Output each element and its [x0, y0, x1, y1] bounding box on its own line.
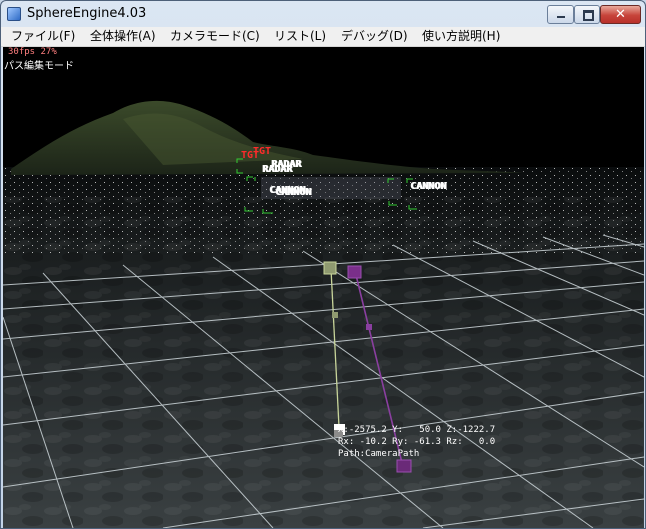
path-node-mid-purple: [366, 324, 372, 330]
app-window: SphereEngine4.03 ✕ ファイル(F) 全体操作(A) カメラモー…: [0, 0, 646, 529]
menu-debug[interactable]: デバッグ(D): [340, 28, 409, 45]
mode-label: パス編集モード: [4, 61, 74, 72]
close-button[interactable]: ✕: [600, 5, 641, 24]
label-tgt-2: TGT: [253, 146, 272, 157]
maximize-button[interactable]: [574, 5, 600, 24]
path-node-start-light: [323, 261, 337, 275]
3d-viewport[interactable]: 30fps 27% パス編集モード TGT TGT RADAR RADAR CA…: [3, 47, 644, 528]
label-cannon-3: CANNON: [410, 181, 447, 192]
menu-help[interactable]: 使い方説明(H): [421, 28, 501, 45]
menu-file[interactable]: ファイル(F): [10, 28, 76, 45]
scene-canvas: [3, 100, 644, 528]
menu-list[interactable]: リスト(L): [273, 28, 327, 45]
close-icon: ✕: [615, 7, 626, 22]
app-icon: [7, 7, 21, 21]
label-cannon-2: CANNON: [275, 187, 312, 198]
window-title: SphereEngine4.03: [27, 6, 147, 21]
label-radar-2: RADAR: [262, 164, 293, 175]
coord-position: X:-2575.2 Y: 50.0 Z:-1222.7: [338, 425, 496, 435]
path-node-end-purple: [396, 459, 412, 473]
minimize-button[interactable]: [547, 5, 574, 24]
fps-counter: 30fps 27%: [8, 47, 57, 57]
menu-camera-mode[interactable]: カメラモード(C): [169, 28, 261, 45]
title-bar[interactable]: SphereEngine4.03 ✕: [1, 1, 645, 27]
path-node-mid-light: [332, 312, 338, 318]
menu-global-ops[interactable]: 全体操作(A): [89, 28, 157, 45]
menu-bar: ファイル(F) 全体操作(A) カメラモード(C) リスト(L) デバッグ(D)…: [1, 27, 645, 47]
coord-rotation: Rx: -10.2 Ry: -61.3 Rz: 0.0: [338, 437, 496, 447]
coord-path-name: Path:CameraPath: [338, 449, 420, 459]
path-node-start-purple: [347, 265, 362, 279]
